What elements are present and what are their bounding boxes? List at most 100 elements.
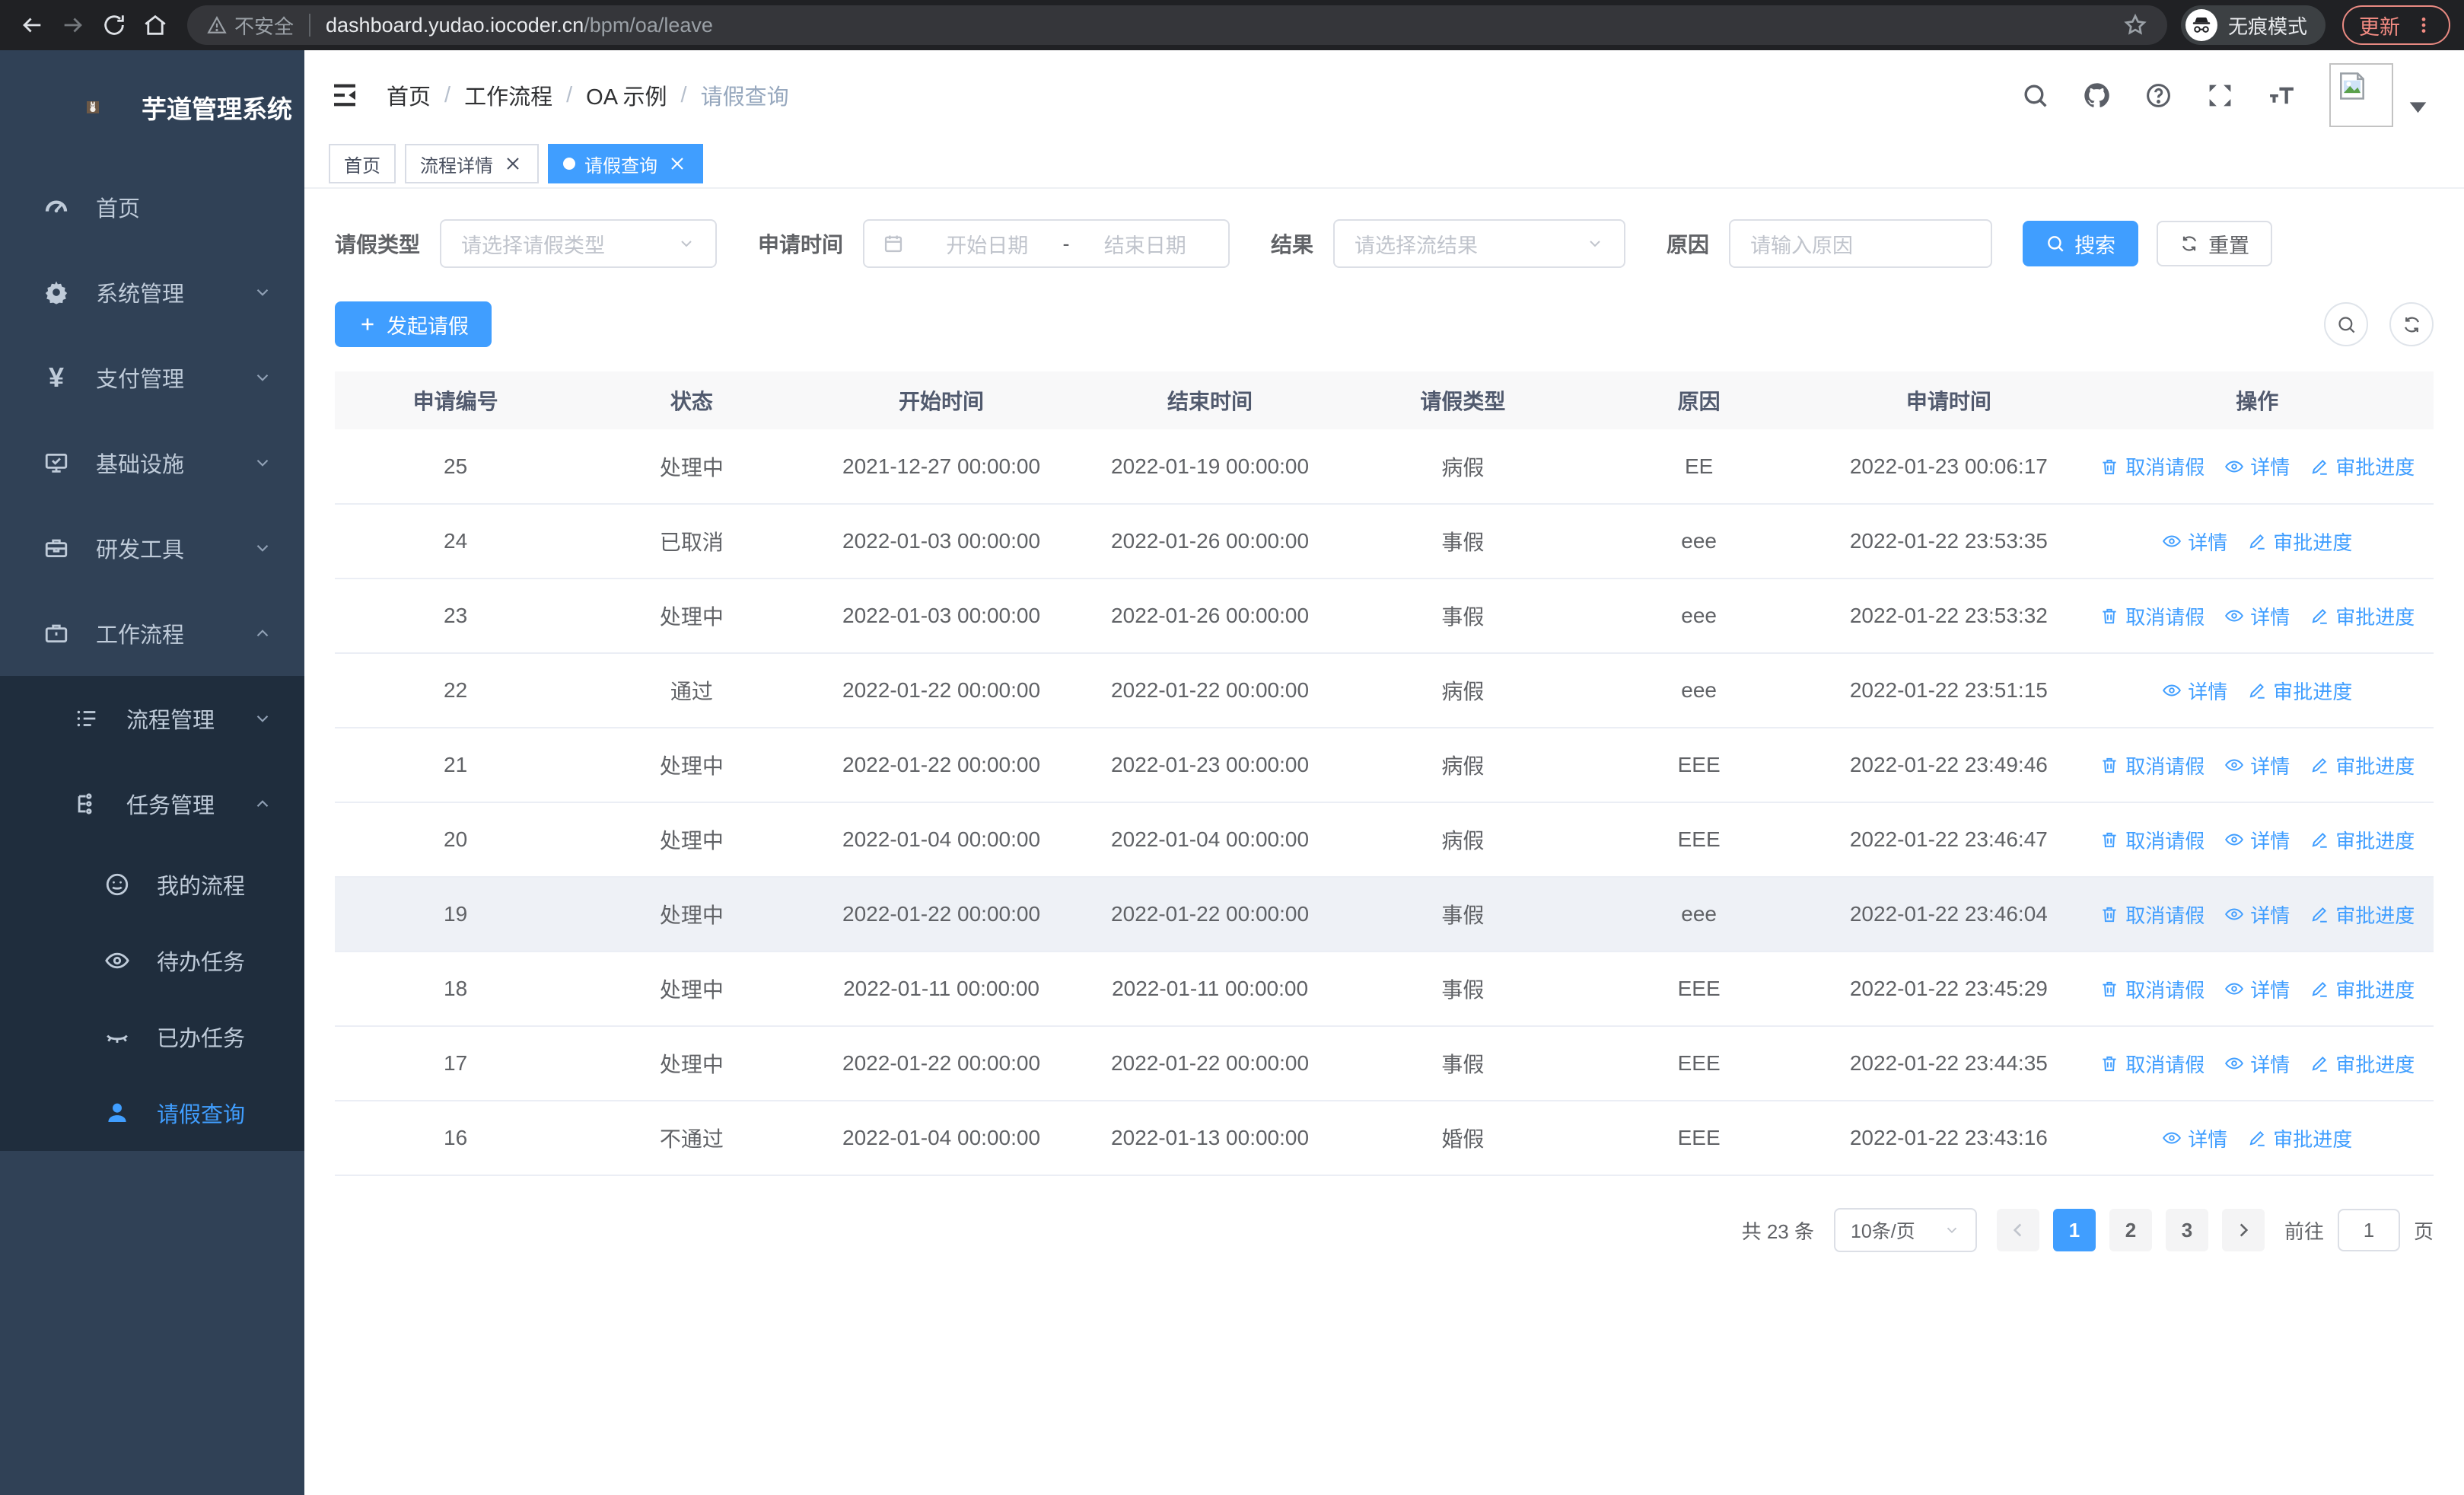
input-placeholder: 请输入原因 bbox=[1750, 234, 1854, 257]
app-logo bbox=[64, 78, 122, 136]
action-progress-link[interactable]: 审批进度 bbox=[2247, 528, 2352, 556]
browser-home-button[interactable] bbox=[137, 7, 173, 43]
action-progress-link[interactable]: 审批进度 bbox=[2310, 602, 2415, 630]
breadcrumb-item[interactable]: 首页 bbox=[387, 79, 431, 111]
breadcrumb-item[interactable]: 工作流程 bbox=[464, 79, 552, 111]
action-detail-link[interactable]: 详情 bbox=[2162, 1124, 2227, 1152]
action-detail-link[interactable]: 详情 bbox=[2224, 452, 2290, 480]
action-cancel-link[interactable]: 取消请假 bbox=[2099, 452, 2205, 480]
sidebar-item-task-mgmt[interactable]: 任务管理 bbox=[0, 761, 304, 846]
sidebar-item-done-tasks[interactable]: 已办任务 bbox=[0, 999, 304, 1075]
cell-status: 处理中 bbox=[576, 877, 807, 952]
page-button-2[interactable]: 2 bbox=[2109, 1209, 2152, 1251]
close-icon[interactable] bbox=[667, 153, 688, 174]
action-cancel-link[interactable]: 取消请假 bbox=[2099, 826, 2205, 854]
next-page-button[interactable] bbox=[2221, 1209, 2265, 1251]
table-row: 16 不通过 2022-01-04 00:00:00 2022-01-13 00:00… bbox=[335, 1101, 2434, 1176]
action-cancel-link[interactable]: 取消请假 bbox=[2099, 602, 2205, 630]
tab-首页[interactable]: 首页 bbox=[329, 144, 396, 183]
address-bar[interactable]: 不安全 dashboard.yudao.iocoder.cn/bpm/oa/le… bbox=[187, 5, 2167, 45]
toggle-search-button[interactable] bbox=[2324, 302, 2368, 346]
goto-suffix: 页 bbox=[2413, 1219, 2434, 1243]
table-body: 25 处理中 2021-12-27 00:00:00 2022-01-19 00:00… bbox=[335, 429, 2434, 1176]
action-detail-link[interactable]: 详情 bbox=[2162, 528, 2227, 556]
search-icon[interactable] bbox=[2021, 81, 2049, 110]
refresh-table-button[interactable] bbox=[2389, 302, 2434, 346]
help-icon[interactable] bbox=[2144, 81, 2173, 110]
close-icon[interactable] bbox=[502, 153, 524, 174]
page-button-1[interactable]: 1 bbox=[2052, 1209, 2096, 1251]
bookmark-star-icon[interactable] bbox=[2123, 13, 2147, 37]
sidebar-item-todo-tasks[interactable]: 待办任务 bbox=[0, 923, 304, 999]
create-leave-button[interactable]: 发起请假 bbox=[335, 301, 492, 347]
browser-forward-button[interactable] bbox=[55, 7, 91, 43]
app-logo-row[interactable]: 芋道管理系统 bbox=[0, 50, 304, 164]
filter-form: 请假类型 请选择请假类型 申请时间 开始日期 - 结束日期 结果 请选择流结果 … bbox=[335, 219, 2434, 268]
action-detail-link[interactable]: 详情 bbox=[2224, 602, 2290, 630]
goto-page-input[interactable]: 1 bbox=[2337, 1209, 2400, 1251]
page-size-select[interactable]: 10条/页 bbox=[1833, 1208, 1977, 1252]
breadcrumb-item[interactable]: OA 示例 bbox=[586, 79, 667, 111]
fullscreen-icon[interactable] bbox=[2206, 81, 2234, 110]
action-cancel-link[interactable]: 取消请假 bbox=[2099, 901, 2205, 929]
sidebar-item-process-mgmt[interactable]: 流程管理 bbox=[0, 676, 304, 761]
tab-label: 流程详情 bbox=[420, 155, 493, 177]
column-header: 状态 bbox=[576, 371, 807, 429]
sidebar-item-workflow[interactable]: 工作流程 bbox=[0, 591, 304, 676]
action-detail-link[interactable]: 详情 bbox=[2162, 677, 2227, 705]
cell-start: 2022-01-22 00:00:00 bbox=[807, 877, 1076, 952]
cell-reason: EEE bbox=[1581, 802, 1817, 878]
user-menu[interactable] bbox=[2329, 63, 2432, 127]
sidebar-item-home[interactable]: 首页 bbox=[0, 164, 304, 250]
browser-reload-button[interactable] bbox=[96, 7, 132, 43]
action-progress-link[interactable]: 审批进度 bbox=[2247, 677, 2352, 705]
action-detail-link[interactable]: 详情 bbox=[2224, 1050, 2290, 1078]
sidebar-item-payment[interactable]: ¥ 支付管理 bbox=[0, 335, 304, 420]
action-progress-link[interactable]: 审批进度 bbox=[2310, 901, 2415, 929]
action-detail-link[interactable]: 详情 bbox=[2224, 751, 2290, 779]
sidebar-item-system[interactable]: 系统管理 bbox=[0, 250, 304, 335]
sidebar-item-infra[interactable]: 基础设施 bbox=[0, 420, 304, 505]
cell-end: 2022-01-22 00:00:00 bbox=[1075, 1026, 1345, 1101]
cell-start: 2022-01-11 00:00:00 bbox=[807, 952, 1076, 1027]
apply-time-range-picker[interactable]: 开始日期 - 结束日期 bbox=[863, 219, 1230, 268]
action-detail-link[interactable]: 详情 bbox=[2224, 826, 2290, 854]
action-progress-link[interactable]: 审批进度 bbox=[2310, 452, 2415, 480]
reason-input[interactable]: 请输入原因 bbox=[1729, 219, 1993, 268]
update-label: 更新 bbox=[2359, 15, 2400, 39]
cell-applied: 2022-01-22 23:46:04 bbox=[1816, 877, 2081, 952]
page-button-3[interactable]: 3 bbox=[2165, 1209, 2208, 1251]
cell-actions: 取消请假 详情 审批进度 bbox=[2080, 877, 2434, 952]
prev-page-button[interactable] bbox=[1996, 1209, 2039, 1251]
browser-back-button[interactable] bbox=[14, 7, 50, 43]
result-select[interactable]: 请选择流结果 bbox=[1333, 219, 1626, 268]
action-label: 取消请假 bbox=[2125, 1053, 2205, 1076]
tab-流程详情[interactable]: 流程详情 bbox=[405, 144, 539, 183]
search-button[interactable]: 搜索 bbox=[2023, 221, 2139, 266]
action-progress-link[interactable]: 审批进度 bbox=[2310, 975, 2415, 1003]
action-cancel-link[interactable]: 取消请假 bbox=[2099, 1050, 2205, 1078]
font-size-icon[interactable] bbox=[2268, 81, 2296, 110]
action-progress-link[interactable]: 审批进度 bbox=[2310, 1050, 2415, 1078]
action-progress-link[interactable]: 审批进度 bbox=[2310, 826, 2415, 854]
action-detail-link[interactable]: 详情 bbox=[2224, 975, 2290, 1003]
leave-type-select[interactable]: 请选择请假类型 bbox=[440, 219, 718, 268]
action-progress-link[interactable]: 审批进度 bbox=[2310, 751, 2415, 779]
site-security-chip[interactable]: 不安全 bbox=[207, 11, 294, 40]
github-icon[interactable] bbox=[2083, 81, 2111, 110]
action-cancel-link[interactable]: 取消请假 bbox=[2099, 751, 2205, 779]
action-progress-link[interactable]: 审批进度 bbox=[2247, 1124, 2352, 1152]
action-cancel-link[interactable]: 取消请假 bbox=[2099, 975, 2205, 1003]
browser-update-button[interactable]: 更新 bbox=[2342, 5, 2450, 45]
action-label: 审批进度 bbox=[2335, 904, 2415, 927]
sidebar-item-my-process[interactable]: 我的流程 bbox=[0, 846, 304, 923]
sidebar-item-devtools[interactable]: 研发工具 bbox=[0, 505, 304, 591]
sidebar-item-leave-query[interactable]: 请假查询 bbox=[0, 1075, 304, 1151]
cell-reason: EE bbox=[1581, 429, 1817, 505]
tab-请假查询[interactable]: 请假查询 bbox=[548, 144, 703, 183]
sidebar-collapse-icon[interactable] bbox=[329, 79, 361, 111]
chevron-down-icon bbox=[253, 368, 272, 387]
action-detail-link[interactable]: 详情 bbox=[2224, 901, 2290, 929]
browser-menu-icon[interactable] bbox=[2414, 15, 2434, 35]
reset-button[interactable]: 重置 bbox=[2157, 221, 2273, 266]
